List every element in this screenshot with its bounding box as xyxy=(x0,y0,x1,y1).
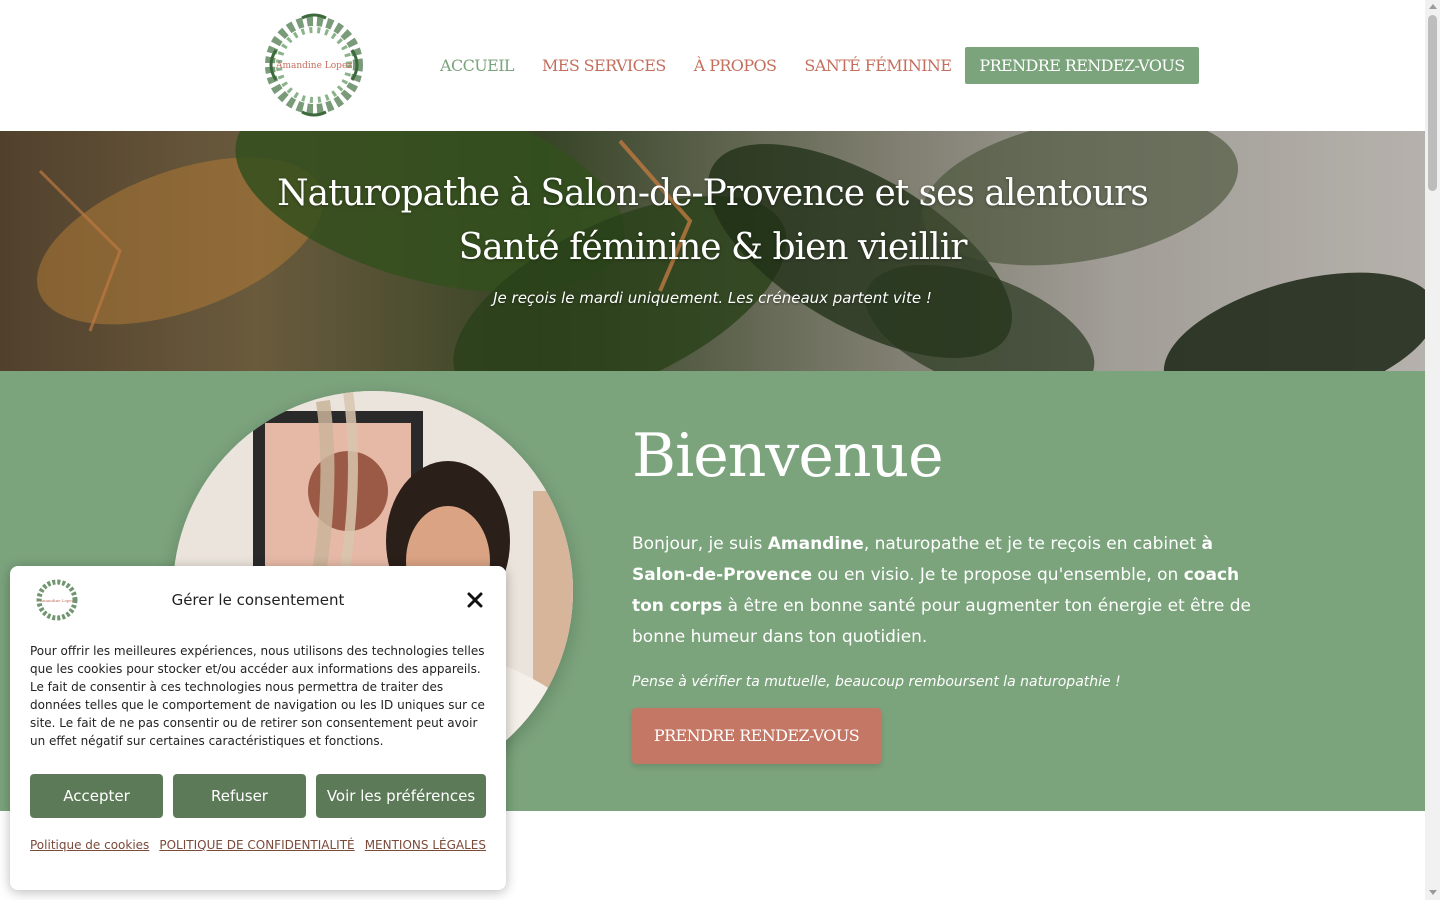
logo-text: Amandine Lopez xyxy=(275,61,352,71)
nav-sante-feminine[interactable]: SANTÉ FÉMININE xyxy=(790,47,965,84)
accept-button[interactable]: Accepter xyxy=(30,774,163,818)
consent-links: Politique de cookies POLITIQUE DE CONFID… xyxy=(30,838,486,852)
scroll-up-arrow-icon[interactable] xyxy=(1429,4,1437,9)
welcome-text-part4: à être en bonne santé pour augmenter ton… xyxy=(632,596,1251,647)
site-header: Amandine Lopez ACCUEIL MES SERVICES À PR… xyxy=(0,0,1425,131)
hero-subtitle: Je reçois le mardi uniquement. Les créne… xyxy=(493,289,932,307)
main-nav: ACCUEIL MES SERVICES À PROPOS SANTÉ FÉMI… xyxy=(426,47,1199,84)
refuse-button[interactable]: Refuser xyxy=(173,774,306,818)
hero-banner: Naturopathe à Salon-de-Provence et ses a… xyxy=(0,131,1425,371)
consent-title: Gérer le consentement xyxy=(171,591,345,609)
nav-a-propos[interactable]: À PROPOS xyxy=(680,47,791,84)
cookie-policy-link[interactable]: Politique de cookies xyxy=(30,838,149,852)
page: Amandine Lopez ACCUEIL MES SERVICES À PR… xyxy=(0,0,1425,900)
welcome-text-part1: Bonjour, je suis xyxy=(632,534,768,554)
header-book-button[interactable]: PRENDRE RENDEZ-VOUS xyxy=(965,47,1199,84)
cookie-consent-modal: Amandine Lopez Gérer le consentement Pou… xyxy=(10,566,506,890)
legal-notice-link[interactable]: MENTIONS LÉGALES xyxy=(365,838,486,852)
hero-title-line1: Naturopathe à Salon-de-Provence et ses a… xyxy=(277,173,1149,214)
site-logo[interactable]: Amandine Lopez xyxy=(262,10,366,120)
page-scrollbar[interactable] xyxy=(1425,0,1440,900)
nav-mes-services[interactable]: MES SERVICES xyxy=(528,47,680,84)
welcome-text-name: Amandine xyxy=(767,534,864,554)
welcome-note: Pense à vérifier ta mutuelle, beaucoup r… xyxy=(632,674,1121,690)
scroll-down-arrow-icon[interactable] xyxy=(1429,890,1437,895)
scroll-thumb[interactable] xyxy=(1428,15,1437,191)
close-icon[interactable] xyxy=(466,591,484,609)
privacy-policy-link[interactable]: POLITIQUE DE CONFIDENTIALITÉ xyxy=(159,838,354,852)
welcome-text: Bonjour, je suis Amandine, naturopathe e… xyxy=(632,529,1252,653)
welcome-title: Bienvenue xyxy=(632,421,944,491)
nav-accueil[interactable]: ACCUEIL xyxy=(426,47,528,84)
preferences-button[interactable]: Voir les préférences xyxy=(316,774,486,818)
welcome-text-part3: ou en visio. Je te propose qu'ensemble, … xyxy=(811,565,1184,585)
hero-title-line2: Santé féminine & bien vieillir xyxy=(458,227,968,268)
welcome-book-button[interactable]: PRENDRE RENDEZ-VOUS xyxy=(632,708,881,764)
consent-body: Pour offrir les meilleures expériences, … xyxy=(30,644,485,748)
welcome-text-part2: , naturopathe et je te reçois en cabinet xyxy=(863,534,1202,554)
